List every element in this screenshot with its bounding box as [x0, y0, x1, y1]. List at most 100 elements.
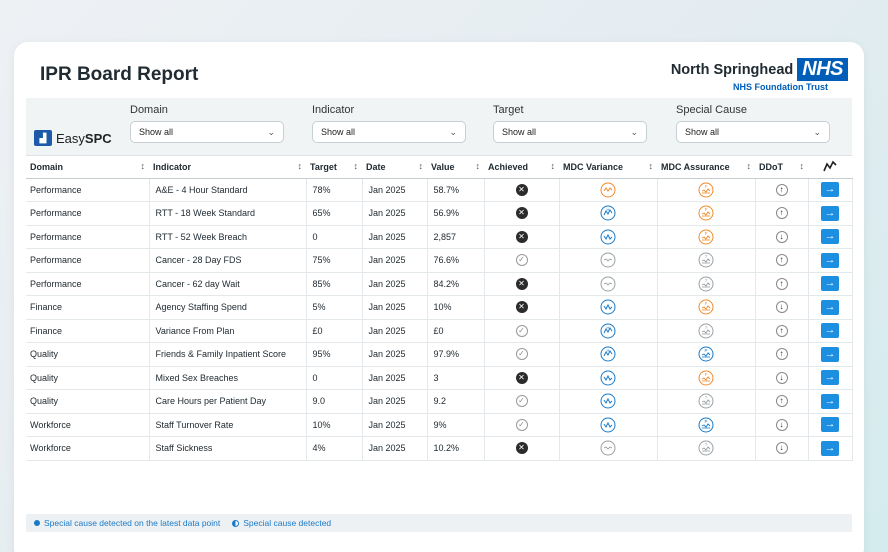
- row-mdc-variance: H: [559, 201, 658, 226]
- col-mdc-assurance[interactable]: MDC Assurance ↕: [657, 156, 755, 179]
- assurance-icon: ?: [698, 323, 714, 339]
- target-select[interactable]: Show all ⌄: [493, 121, 647, 143]
- arrow-up-icon: ↑: [775, 395, 788, 408]
- row-achieved: ✕: [484, 366, 560, 390]
- row-ddot: ↓: [755, 436, 809, 461]
- check-circle-icon: ✓: [515, 324, 528, 337]
- open-indicator-button[interactable]: →: [821, 440, 839, 456]
- variance-icon: [600, 440, 616, 456]
- arrow-down-icon: ↓: [775, 442, 788, 455]
- row-date: Jan 2025: [362, 295, 428, 320]
- table-row: Workforce Staff Sickness 4% Jan 2025 10.2% ✕?…: [26, 436, 853, 461]
- row-target: 78%: [306, 178, 363, 202]
- target-select-value: Show all: [502, 127, 537, 137]
- domain-select[interactable]: Show all ⌄: [130, 121, 284, 143]
- row-indicator: Care Hours per Patient Day: [149, 389, 307, 414]
- row-open: →: [808, 366, 853, 390]
- variance-icon: [600, 417, 616, 433]
- row-target: £0: [306, 319, 363, 343]
- sort-icon[interactable]: ↕: [419, 161, 424, 171]
- row-ddot: ↑: [755, 342, 809, 367]
- row-achieved: ✓: [484, 389, 560, 414]
- open-indicator-button[interactable]: →: [821, 229, 839, 245]
- assurance-icon: F: [698, 299, 714, 315]
- col-target[interactable]: Target ↕: [306, 156, 362, 179]
- row-value: 56.9%: [427, 201, 485, 226]
- table-row: Performance Cancer - 28 Day FDS 75% Jan 202…: [26, 248, 853, 273]
- sort-icon[interactable]: ↕: [476, 161, 481, 171]
- cross-circle-icon: ✕: [515, 371, 528, 384]
- col-ddot[interactable]: DDoT ↕: [755, 156, 808, 179]
- row-domain: Workforce: [26, 436, 150, 461]
- row-mdc-assurance: ?: [657, 436, 756, 461]
- sort-icon[interactable]: ↕: [747, 161, 752, 171]
- assurance-icon: P: [698, 417, 714, 433]
- sort-icon[interactable]: ↕: [800, 161, 805, 171]
- row-open: →: [808, 272, 853, 296]
- svg-text:P: P: [704, 348, 707, 353]
- col-date[interactable]: Date ↕: [362, 156, 427, 179]
- table-row: Performance RTT - 52 Week Breach 0 Jan 2025…: [26, 225, 853, 249]
- row-target: 0: [306, 366, 363, 390]
- table-row: Performance Cancer - 62 day Wait 85% Jan 20…: [26, 272, 853, 296]
- open-indicator-button[interactable]: →: [821, 205, 839, 221]
- target-filter-label: Target: [493, 104, 524, 116]
- assurance-icon: ?: [698, 393, 714, 409]
- cross-circle-icon: ✕: [515, 207, 528, 220]
- indicator-table: Domain ↕ Indicator ↕ Target ↕ Date ↕ Value ↕ …: [26, 156, 853, 461]
- indicator-filter: Indicator Show all ⌄: [312, 104, 466, 143]
- row-target: 9.0: [306, 389, 363, 414]
- variance-icon: H: [600, 323, 616, 339]
- assurance-icon: P: [698, 346, 714, 362]
- open-indicator-button[interactable]: →: [821, 299, 839, 315]
- sort-icon[interactable]: ↕: [141, 161, 146, 171]
- svg-text:F: F: [705, 207, 708, 212]
- col-achieved[interactable]: Achieved ↕: [484, 156, 559, 179]
- row-achieved: ✕: [484, 295, 560, 320]
- sort-icon[interactable]: ↕: [298, 161, 303, 171]
- open-indicator-button[interactable]: →: [821, 252, 839, 268]
- open-indicator-button[interactable]: →: [821, 370, 839, 386]
- row-mdc-assurance: ?: [657, 319, 756, 343]
- row-indicator: RTT - 52 Week Breach: [149, 225, 307, 249]
- indicator-select[interactable]: Show all ⌄: [312, 121, 466, 143]
- row-value: 10.2%: [427, 436, 485, 461]
- row-domain: Quality: [26, 366, 150, 390]
- arrow-up-icon: ↑: [775, 324, 788, 337]
- row-open: →: [808, 413, 853, 437]
- open-indicator-button[interactable]: →: [821, 393, 839, 409]
- col-indicator[interactable]: Indicator ↕: [149, 156, 306, 179]
- row-indicator: Cancer - 28 Day FDS: [149, 248, 307, 273]
- special-cause-select[interactable]: Show all ⌄: [676, 121, 830, 143]
- variance-icon: [600, 252, 616, 268]
- domain-filter: Domain Show all ⌄: [130, 104, 284, 143]
- open-indicator-button[interactable]: →: [821, 417, 839, 433]
- row-open: →: [808, 201, 853, 226]
- sort-icon[interactable]: ↕: [551, 161, 556, 171]
- open-indicator-button[interactable]: →: [821, 182, 839, 198]
- svg-text:F: F: [705, 301, 708, 306]
- row-indicator: Mixed Sex Breaches: [149, 366, 307, 390]
- svg-text:H: H: [607, 325, 610, 330]
- row-value: 97.9%: [427, 342, 485, 367]
- arrow-down-icon: ↓: [775, 371, 788, 384]
- cross-circle-icon: ✕: [515, 230, 528, 243]
- row-date: Jan 2025: [362, 319, 428, 343]
- open-indicator-button[interactable]: →: [821, 323, 839, 339]
- col-mdc-variance[interactable]: MDC Variance ↕: [559, 156, 657, 179]
- open-indicator-button[interactable]: →: [821, 346, 839, 362]
- assurance-icon: ?: [698, 276, 714, 292]
- row-ddot: ↓: [755, 366, 809, 390]
- sort-icon[interactable]: ↕: [649, 161, 654, 171]
- assurance-icon: ?: [698, 252, 714, 268]
- col-value[interactable]: Value ↕: [427, 156, 484, 179]
- row-indicator: Friends & Family Inpatient Score: [149, 342, 307, 367]
- arrow-up-icon: ↑: [775, 183, 788, 196]
- chart-icon: ▟: [34, 130, 52, 146]
- check-circle-icon: ✓: [515, 254, 528, 267]
- col-domain[interactable]: Domain ↕: [26, 156, 149, 179]
- col-chart[interactable]: [808, 156, 852, 179]
- sort-icon[interactable]: ↕: [354, 161, 359, 171]
- report-card: IPR Board Report North Springhead NHS NH…: [14, 42, 864, 552]
- open-indicator-button[interactable]: →: [821, 276, 839, 292]
